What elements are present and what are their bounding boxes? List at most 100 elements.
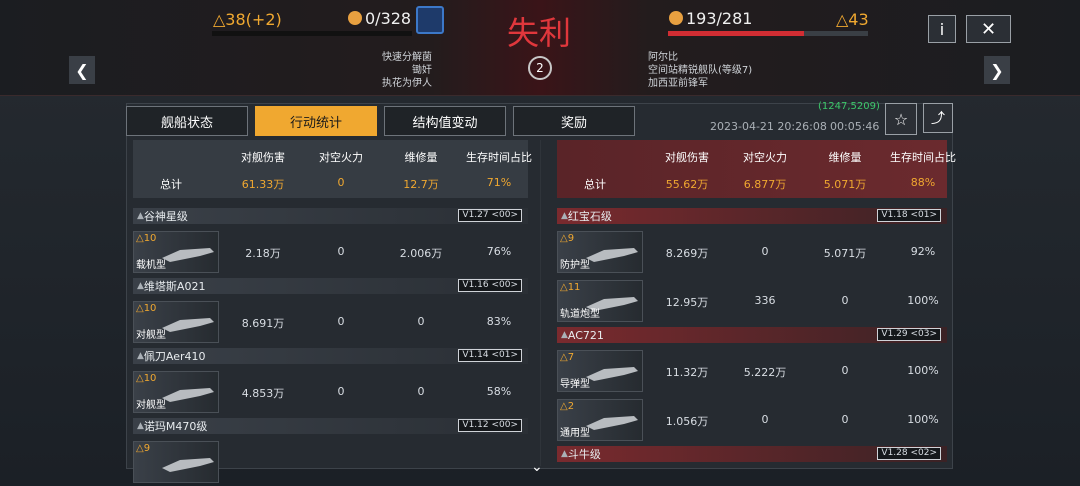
stat-value: 0 [337,245,345,258]
stat-value: 0 [841,364,849,377]
left-fleet-level: △38(+2) [213,10,282,29]
ship-thumbnail[interactable]: △9 防护型 [557,231,643,273]
ship-type: 载机型 [136,260,166,271]
right-progress-bar [668,31,868,36]
version-badge: V1.28 <02> [877,447,941,460]
tab-ship-status[interactable]: 舰船状态 [126,106,248,136]
stat-value: 83% [486,315,512,328]
battle-datetime: 2023-04-21 20:26:08 [710,120,827,133]
ship-thumbnail[interactable]: △10 载机型 [133,231,219,273]
stat-value: 0 [841,294,849,307]
stat-value: 2.18万 [245,247,281,260]
ship-level: △10 [136,233,157,244]
ship-type: 通用型 [560,428,590,439]
player-emblem-icon[interactable] [416,6,444,34]
stat-value: 0 [841,413,849,426]
stat-value: 8.269万 [665,247,709,260]
stat-value: 58% [486,385,512,398]
share-icon[interactable]: ⤴ [923,103,953,133]
right-tag-3: 加西亚前锋军 [648,78,708,89]
total-value: 12.7万 [403,178,439,191]
ship-row[interactable]: △11 轨道炮型 12.95万 336 0 100% [557,278,947,324]
version-badge: V1.27 <00> [458,209,522,222]
version-badge: V1.16 <00> [458,279,522,292]
ship-class-icon: ▲ [137,281,144,291]
ship-type: 防护型 [560,260,590,271]
ship-row[interactable]: △9 防护型 8.269万 0 5.071万 92% [557,229,947,275]
version-badge: V1.29 <03> [877,328,941,341]
version-badge: V1.14 <01> [458,349,522,362]
tab-action-stats[interactable]: 行动统计 [255,106,377,136]
stat-value: 0 [417,315,425,328]
right-fleet-level: △43 [836,10,869,29]
ship-thumbnail[interactable]: △10 对舰型 [133,371,219,413]
ship-class-icon: ▲ [137,211,144,221]
ship-thumbnail[interactable]: △11 轨道炮型 [557,280,643,322]
ship-class-icon: ▲ [137,351,144,361]
ship-level: △9 [136,443,151,454]
column-header: 对舰伤害 [665,151,709,164]
ship-class-icon: ▲ [561,449,568,459]
ship-icon [162,318,214,332]
ship-class-header[interactable]: ▲ 红宝石级 V1.18 <01> [557,208,947,224]
ship-row[interactable]: △9 [133,439,528,485]
ship-class-header[interactable]: ▲ 维塔斯A021 V1.16 <00> [133,278,528,294]
battle-duration: 00:05:46 [830,120,880,133]
panel-divider [540,140,541,466]
ship-row[interactable]: △10 对舰型 4.853万 0 0 58% [133,369,528,415]
prev-button[interactable]: ❮ [69,56,95,84]
next-button[interactable]: ❯ [984,56,1010,84]
ship-class-header[interactable]: ▲ 谷神星级 V1.27 <00> [133,208,528,224]
column-header: 维修量 [404,151,438,164]
right-score: 193/281 [686,9,753,28]
ship-icon [162,388,214,402]
ship-row[interactable]: △7 导弹型 11.32万 5.222万 0 100% [557,348,947,394]
total-value: 61.33万 [241,178,285,191]
ship-level: △2 [560,401,575,412]
ship-class-name: 红宝石级 [567,210,612,223]
ship-row[interactable]: △10 载机型 2.18万 0 2.006万 76% [133,229,528,275]
ship-thumbnail[interactable]: △10 对舰型 [133,301,219,343]
stat-value: 0 [761,245,769,258]
stat-value: 8.691万 [241,317,285,330]
close-button[interactable]: ✕ [966,15,1011,43]
ship-thumbnail[interactable]: △2 通用型 [557,399,643,441]
ship-level: △10 [136,303,157,314]
battle-result-title: 失利 [507,14,572,52]
stat-value: 4.853万 [241,387,285,400]
info-button[interactable]: i [928,15,956,43]
tab-rewards[interactable]: 奖励 [513,106,635,136]
stat-value: 12.95万 [665,296,709,309]
total-value: 55.62万 [665,178,709,191]
column-header: 对舰伤害 [241,151,285,164]
ship-type: 对舰型 [136,330,166,341]
ship-row[interactable]: △2 通用型 1.056万 0 0 100% [557,397,947,443]
left-progress-bar [212,31,412,36]
stat-value: 5.222万 [743,366,787,379]
column-header: 生存时间占比 [890,151,956,164]
ship-thumbnail[interactable]: △7 导弹型 [557,350,643,392]
ship-class-header[interactable]: ▲ 斗牛级 V1.28 <02> [557,446,947,462]
ship-class-header[interactable]: ▲ 佩刀Aer410 V1.14 <01> [133,348,528,364]
ship-thumbnail[interactable]: △9 [133,441,219,483]
ship-class-name: 诺玛M470级 [143,420,208,433]
star-icon[interactable]: ☆ [885,103,917,135]
stat-value: 0 [337,385,345,398]
ship-icon [586,416,638,430]
table-header: 对舰伤害 对空火力 维修量 生存时间占比 总计 55.62万 6.877万 5.071万 88% [557,140,956,198]
ship-class-header[interactable]: ▲ 诺玛M470级 V1.12 <00> [133,418,528,434]
ship-level: △7 [560,352,575,363]
table-header: 对舰伤害 对空火力 维修量 生存时间占比 总计 61.33万 0 12.7万 71% [133,140,532,198]
stat-value: 1.056万 [665,415,709,428]
ship-class-header[interactable]: ▲ AC721 V1.29 <03> [557,327,947,343]
stat-value: 0 [761,413,769,426]
left-score: 0/328 [365,9,412,28]
ship-type: 对舰型 [136,400,166,411]
medal-icon [348,11,362,25]
ship-row[interactable]: △10 对舰型 8.691万 0 0 83% [133,299,528,345]
scroll-down-icon[interactable]: ⌄ [531,459,543,475]
tab-structure-change[interactable]: 结构值变动 [384,106,506,136]
stat-value: 5.071万 [823,247,867,260]
stat-value: 0 [417,385,425,398]
column-header: 对空火力 [319,151,363,164]
